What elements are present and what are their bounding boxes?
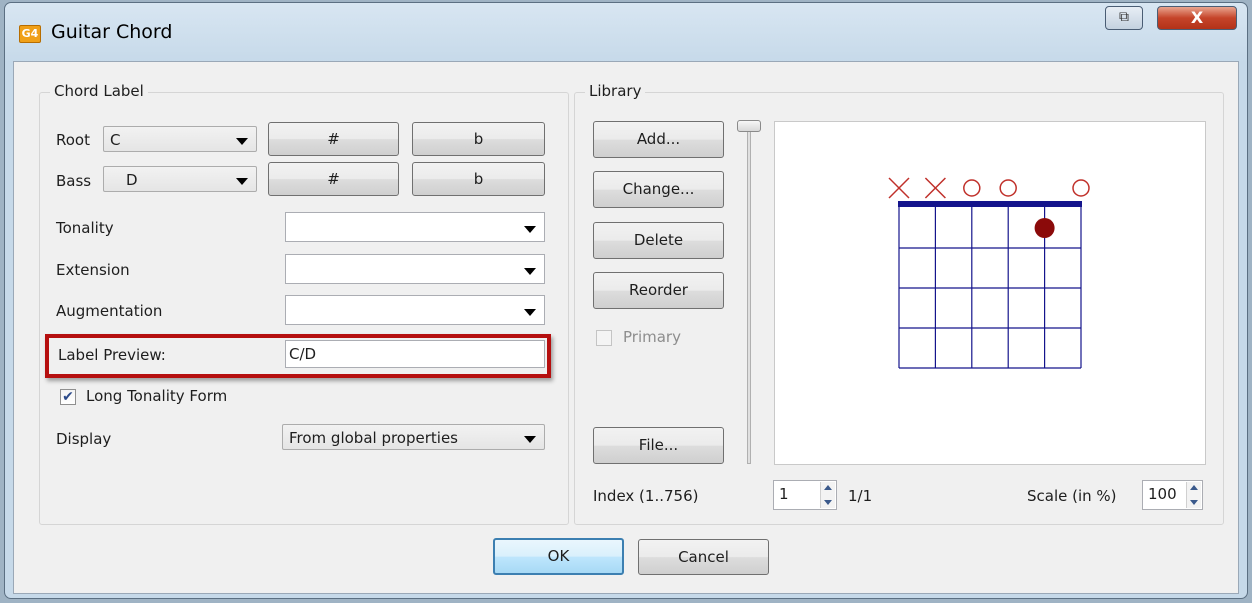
primary-label: Primary xyxy=(623,328,681,346)
display-select-value: From global properties xyxy=(289,429,458,447)
scale-slider-track[interactable] xyxy=(747,124,751,464)
close-button[interactable]: X xyxy=(1157,6,1237,30)
scale-spinner-buttons[interactable] xyxy=(1186,482,1201,508)
index-spinner[interactable]: 1 xyxy=(773,480,837,510)
chord-label-group-title: Chord Label xyxy=(50,82,148,100)
file-button[interactable]: File... xyxy=(593,427,724,464)
app-icon: G4 xyxy=(19,25,41,43)
root-flat-button[interactable]: b xyxy=(412,122,545,156)
index-label: Index (1..756) xyxy=(593,487,699,505)
change-button[interactable]: Change... xyxy=(593,171,724,208)
long-tonality-checkbox[interactable]: ✔ xyxy=(60,389,76,405)
bass-label: Bass xyxy=(56,172,92,190)
long-tonality-label: Long Tonality Form xyxy=(86,387,228,405)
bass-flat-button[interactable]: b xyxy=(412,162,545,196)
bass-select[interactable]: D xyxy=(103,166,257,192)
bass-sharp-button[interactable]: # xyxy=(268,162,399,196)
display-label: Display xyxy=(56,430,112,448)
dialog-client-area: Chord Label Root C # b Bass D # b Tonali… xyxy=(13,61,1239,594)
restore-icon: ⧉ xyxy=(1119,9,1129,25)
root-label: Root xyxy=(56,131,90,149)
spin-down-icon xyxy=(824,500,832,505)
extension-select[interactable] xyxy=(285,254,545,284)
window-title: Guitar Chord xyxy=(51,21,173,43)
open-string-icon xyxy=(1072,179,1090,197)
chevron-down-icon xyxy=(524,226,536,233)
display-select[interactable]: From global properties xyxy=(282,424,545,450)
index-spinner-buttons[interactable] xyxy=(820,482,835,508)
extension-label: Extension xyxy=(56,261,130,279)
ok-button[interactable]: OK xyxy=(493,538,624,575)
spin-up-icon xyxy=(824,485,832,490)
index-count: 1/1 xyxy=(848,487,873,505)
spin-up-icon xyxy=(1190,485,1198,490)
chevron-down-icon xyxy=(236,178,248,185)
bass-select-value: D xyxy=(126,171,138,189)
close-icon: X xyxy=(1190,8,1204,27)
root-select-value: C xyxy=(110,131,121,149)
augmentation-label: Augmentation xyxy=(56,302,163,320)
label-preview-highlight xyxy=(45,334,551,378)
scale-slider-handle[interactable] xyxy=(737,120,761,132)
scale-spinner[interactable]: 100 xyxy=(1142,480,1203,510)
chevron-down-icon xyxy=(524,309,536,316)
guitar-chord-dialog: G4 Guitar Chord ⧉ X Chord Label Root C #… xyxy=(4,2,1248,599)
open-string-icon xyxy=(999,179,1017,197)
restore-button[interactable]: ⧉ xyxy=(1105,6,1143,30)
delete-button[interactable]: Delete xyxy=(593,222,724,259)
tonality-select[interactable] xyxy=(285,212,545,242)
cancel-button[interactable]: Cancel xyxy=(638,539,769,575)
add-button[interactable]: Add... xyxy=(593,121,724,158)
chord-diagram-preview xyxy=(774,121,1206,465)
chord-diagram-svg xyxy=(888,177,1090,369)
title-bar: G4 Guitar Chord ⧉ X xyxy=(5,3,1247,61)
open-string-icon xyxy=(963,179,981,197)
index-value: 1 xyxy=(779,485,789,503)
augmentation-select[interactable] xyxy=(285,295,545,325)
finger-dot xyxy=(1034,218,1055,238)
chevron-down-icon xyxy=(236,138,248,145)
spin-down-icon xyxy=(1190,500,1198,505)
chevron-down-icon xyxy=(524,436,536,443)
root-select[interactable]: C xyxy=(103,126,257,152)
chevron-down-icon xyxy=(524,268,536,275)
nut xyxy=(898,201,1082,207)
reorder-button[interactable]: Reorder xyxy=(593,272,724,309)
checkmark-icon: ✔ xyxy=(62,389,74,405)
scale-label: Scale (in %) xyxy=(1027,487,1117,505)
library-group-title: Library xyxy=(585,82,646,100)
scale-value: 100 xyxy=(1148,485,1177,503)
primary-checkbox[interactable] xyxy=(596,330,612,346)
root-sharp-button[interactable]: # xyxy=(268,122,399,156)
tonality-label: Tonality xyxy=(56,219,114,237)
